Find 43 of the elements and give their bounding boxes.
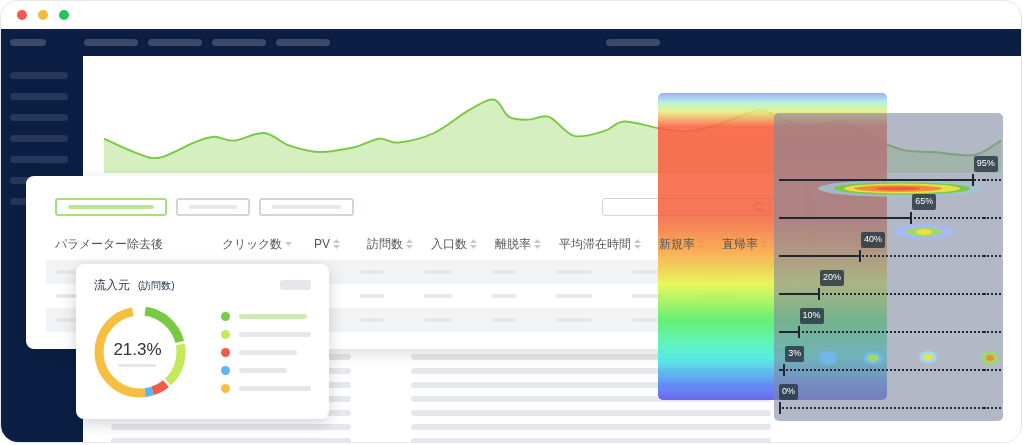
heat-blob-drawing (919, 351, 937, 363)
legend-item[interactable] (239, 331, 311, 337)
depth-label: 95% (973, 156, 998, 172)
column-header[interactable]: 入口数 (431, 235, 495, 253)
card-title: 流入元 (94, 277, 130, 294)
sort-icon (406, 239, 413, 249)
column-header[interactable]: クリック数 (222, 235, 314, 253)
heat-blob-drawing (819, 351, 837, 365)
legend-item[interactable] (239, 385, 311, 391)
placeholder-bar (606, 39, 660, 46)
tab[interactable] (55, 198, 167, 216)
placeholder-bar (10, 39, 46, 46)
sort-icon (470, 239, 477, 249)
depth-label: 0% (779, 384, 798, 400)
card-subtitle: (訪問数) (138, 278, 175, 293)
column-header[interactable]: パラメーター除去後 (55, 235, 222, 253)
legend-item[interactable] (239, 349, 297, 355)
depth-label: 3% (785, 346, 805, 362)
sort-icon (534, 239, 541, 249)
column-header[interactable]: PV (314, 235, 367, 253)
sort-down-icon (285, 241, 292, 247)
tab[interactable] (259, 198, 354, 216)
placeholder-pill (280, 280, 311, 290)
placeholder-bar (276, 39, 330, 46)
placeholder-bar (212, 39, 266, 46)
heat-blob-drawing (894, 224, 954, 240)
depth-label: 10% (799, 308, 824, 324)
depth-label: 40% (861, 232, 885, 248)
column-header[interactable]: 平均滞在時間 (559, 235, 659, 253)
placeholder-bar (148, 39, 202, 46)
legend-item[interactable] (239, 367, 287, 373)
depth-label: 65% (912, 194, 937, 210)
depth-label: 20% (820, 270, 844, 286)
sort-icon (634, 239, 641, 249)
placeholder-bar (84, 39, 138, 46)
column-header[interactable]: 訪問数 (367, 235, 431, 253)
percentage-value: 21.3% (113, 339, 162, 362)
heat-blob-drawing (981, 351, 999, 365)
column-header[interactable]: 離脱率 (495, 235, 559, 253)
sort-icon (333, 239, 340, 249)
heat-blob-drawing (863, 351, 883, 365)
legend-item[interactable] (239, 313, 307, 319)
tab[interactable] (176, 198, 250, 216)
